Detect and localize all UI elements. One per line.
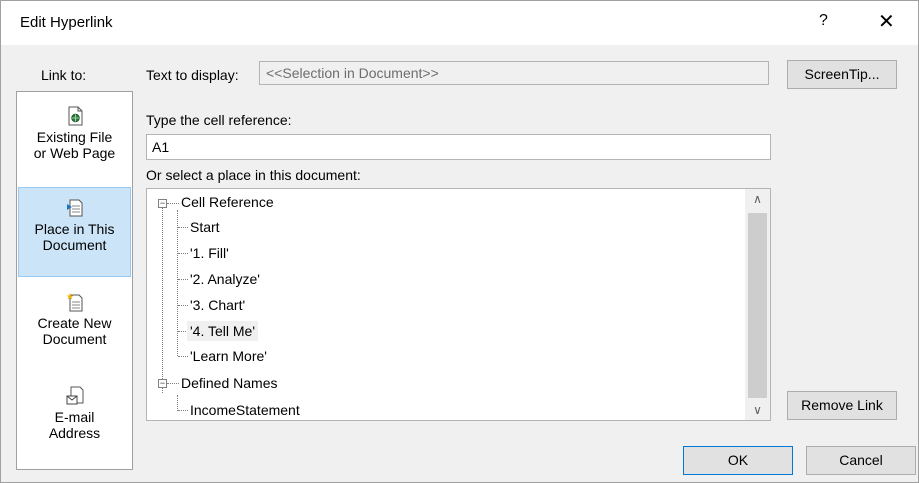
tree-connector (178, 279, 188, 280)
collapse-icon[interactable]: − (158, 379, 167, 388)
place-in-document-icon (66, 199, 82, 217)
screentip-button[interactable]: ScreenTip... (787, 60, 897, 89)
link-to-email-address[interactable]: E-mail Address (18, 376, 131, 466)
cell-reference-input[interactable]: A1 (146, 134, 771, 160)
existing-file-icon (68, 106, 82, 126)
link-to-email-address-label: E-mail Address (48, 409, 101, 441)
tree-connector (178, 227, 188, 228)
collapse-icon[interactable]: − (158, 199, 167, 208)
close-button[interactable]: ✕ (878, 9, 895, 34)
scroll-up-icon[interactable]: ∧ (745, 189, 770, 209)
place-tree[interactable]: − Cell Reference Start '1. Fill' '2. Ana… (146, 188, 771, 421)
edit-hyperlink-dialog: Edit Hyperlink ? ✕ Link to: Existing Fil… (0, 0, 919, 483)
tree-group-cell-reference[interactable]: Cell Reference (181, 192, 274, 212)
tree-connector (167, 383, 179, 384)
tree-connector (178, 410, 188, 411)
scroll-down-icon[interactable]: ∨ (745, 400, 770, 420)
dialog-title: Edit Hyperlink (20, 14, 113, 31)
tree-item[interactable]: 'Learn More' (190, 346, 267, 366)
tree-connector (177, 395, 178, 411)
link-to-label: Link to: (41, 67, 87, 83)
place-in-document-label: Or select a place in this document: (146, 167, 361, 183)
link-to-place-in-document[interactable]: Place in This Document (18, 187, 131, 277)
tree-connector (162, 203, 163, 393)
link-to-place-in-document-label: Place in This Document (34, 221, 115, 253)
link-to-existing-file-label: Existing File or Web Page (33, 129, 116, 161)
cell-reference-label: Type the cell reference: (146, 112, 292, 128)
text-to-display-label: Text to display: (146, 67, 239, 83)
email-address-icon (66, 386, 83, 405)
tree-connector (178, 305, 188, 306)
title-bar: Edit Hyperlink ? ✕ (1, 1, 918, 45)
remove-link-button[interactable]: Remove Link (787, 391, 897, 420)
link-to-create-new-document-label: Create New Document (37, 315, 112, 347)
create-new-document-icon (66, 293, 82, 312)
tree-connector (178, 356, 188, 357)
ok-button[interactable]: OK (683, 446, 793, 475)
help-button[interactable]: ? (819, 12, 828, 30)
tree-connector (178, 253, 188, 254)
tree-scrollbar[interactable]: ∧ ∨ (745, 189, 770, 420)
tree-item[interactable]: '2. Analyze' (190, 269, 260, 289)
tree-item[interactable]: '1. Fill' (190, 243, 229, 263)
link-to-bar: Existing File or Web Page Place in This … (16, 91, 133, 470)
link-to-existing-file[interactable]: Existing File or Web Page (18, 96, 131, 186)
scroll-thumb[interactable] (748, 213, 767, 398)
tree-connector (177, 210, 178, 356)
tree-connector (167, 203, 179, 204)
text-to-display-field[interactable]: <<Selection in Document>> (259, 61, 769, 85)
tree-item[interactable]: Start (190, 217, 220, 237)
link-to-create-new-document[interactable]: Create New Document (18, 282, 131, 372)
tree-group-defined-names[interactable]: Defined Names (181, 373, 278, 393)
tree-item[interactable]: '3. Chart' (190, 295, 245, 315)
tree-item-highlighted[interactable]: '4. Tell Me' (187, 321, 259, 341)
tree-item[interactable]: IncomeStatement (190, 400, 300, 420)
cancel-button[interactable]: Cancel (806, 446, 916, 475)
